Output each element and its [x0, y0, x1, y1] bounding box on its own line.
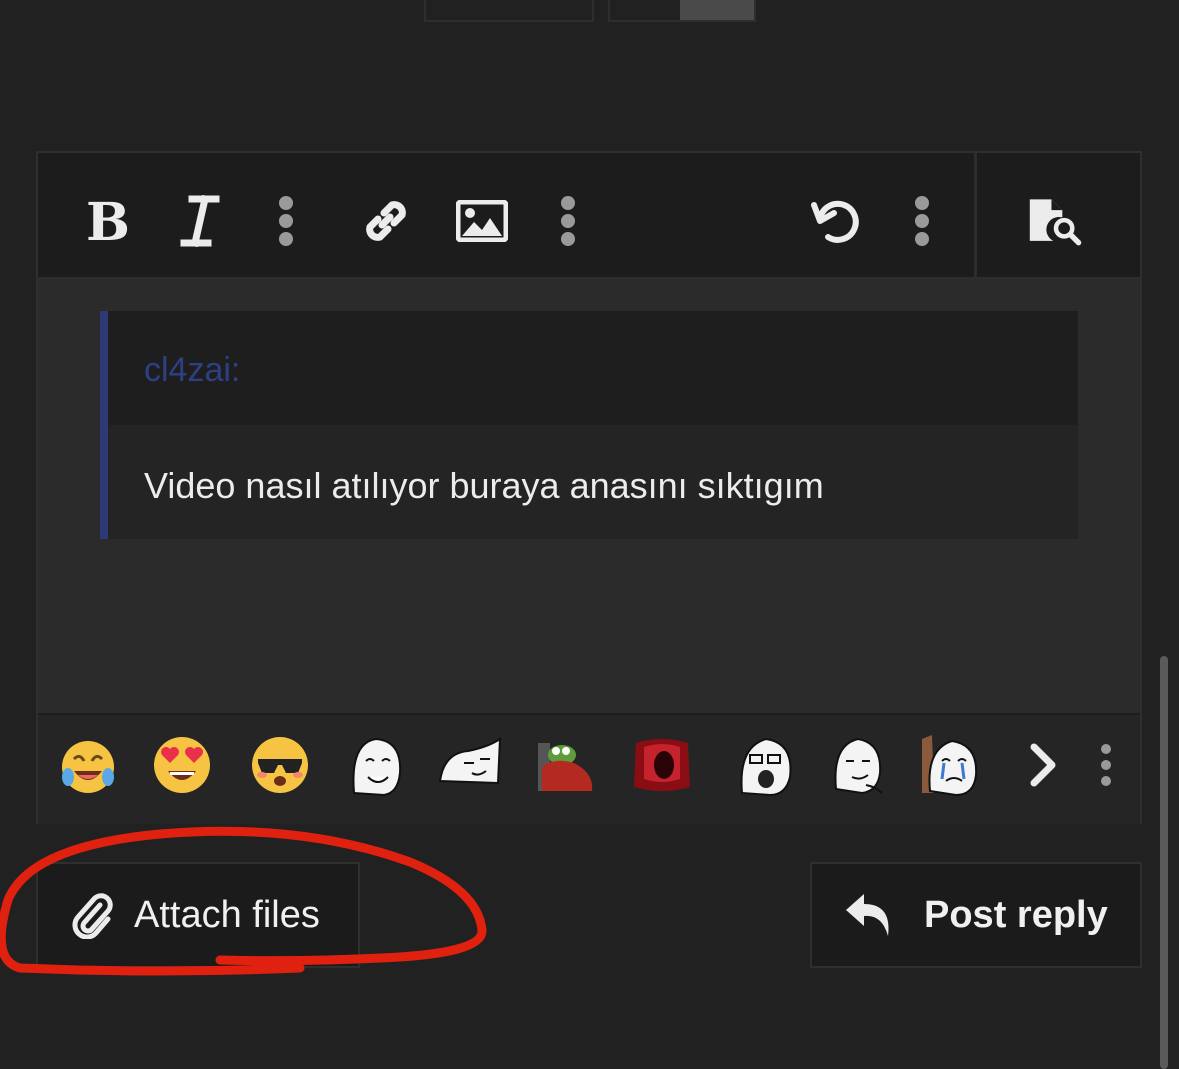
reply-editor: B cl4zai: Video nasıl atılıyor buraya an…: [36, 151, 1142, 824]
more-options-button[interactable]: [894, 193, 950, 249]
quote-header: cl4zai:: [108, 311, 1078, 425]
scrollbar[interactable]: [1160, 656, 1168, 1069]
quote-author[interactable]: cl4zai:: [144, 351, 240, 390]
red-gem-sticker[interactable]: [630, 733, 694, 797]
more-insert-options-button[interactable]: [540, 193, 596, 249]
reply-icon: [846, 894, 889, 936]
image-icon: [456, 200, 508, 242]
soyjak-sticker[interactable]: [734, 733, 798, 797]
attach-files-label: Attach files: [134, 893, 320, 936]
heart-eyes-emoji[interactable]: [150, 733, 214, 797]
wojak-smug-sticker[interactable]: [438, 733, 502, 797]
bold-icon: B: [86, 195, 128, 247]
quote-text: Video nasıl atılıyor buraya anasını sıkt…: [144, 465, 824, 506]
bold-button[interactable]: B: [78, 193, 134, 249]
link-icon: [366, 201, 406, 241]
chevron-right-icon[interactable]: [1016, 733, 1072, 797]
pepe-blanket-sticker[interactable]: [534, 733, 598, 797]
image-button[interactable]: [454, 193, 510, 249]
wojak-smirk-sticker[interactable]: [826, 733, 890, 797]
smilie-more-icon[interactable]: [1096, 743, 1116, 787]
more-text-options-button[interactable]: [258, 193, 314, 249]
undo-icon: [811, 200, 859, 243]
more-insert-options-icon: [561, 196, 575, 246]
link-button[interactable]: [358, 193, 414, 249]
svg-text:B: B: [86, 195, 128, 247]
preview-button[interactable]: [1028, 193, 1084, 249]
smilie-bar: [38, 713, 1140, 824]
italic-icon: [180, 195, 220, 247]
quote-block: cl4zai: Video nasıl atılıyor buraya anas…: [100, 311, 1078, 539]
pagination-box[interactable]: [608, 0, 756, 22]
undo-button[interactable]: [808, 193, 864, 249]
editor-content[interactable]: cl4zai: Video nasıl atılıyor buraya anas…: [38, 279, 1140, 713]
post-reply-button[interactable]: Post reply: [810, 862, 1142, 968]
toolbar-divider: [974, 153, 977, 277]
italic-button[interactable]: [172, 193, 228, 249]
preview-icon: [1029, 199, 1082, 246]
sunglasses-flushed-emoji[interactable]: [248, 733, 312, 797]
editor-toolbar: B: [38, 153, 1140, 279]
laughing-crying-emoji[interactable]: [56, 733, 120, 797]
more-options-icon: [915, 196, 929, 246]
pagination-box-active[interactable]: [680, 0, 754, 20]
post-reply-label: Post reply: [924, 893, 1108, 936]
paperclip-icon: [72, 893, 113, 939]
pagination-box[interactable]: [424, 0, 594, 22]
attach-files-button[interactable]: Attach files: [36, 862, 360, 968]
reply-page: B cl4zai: Video nasıl atılıyor buraya an…: [0, 0, 1179, 1069]
wojak-smile-sticker[interactable]: [344, 733, 408, 797]
more-text-options-icon: [279, 196, 293, 246]
crying-wojak-sticker[interactable]: [918, 733, 982, 797]
